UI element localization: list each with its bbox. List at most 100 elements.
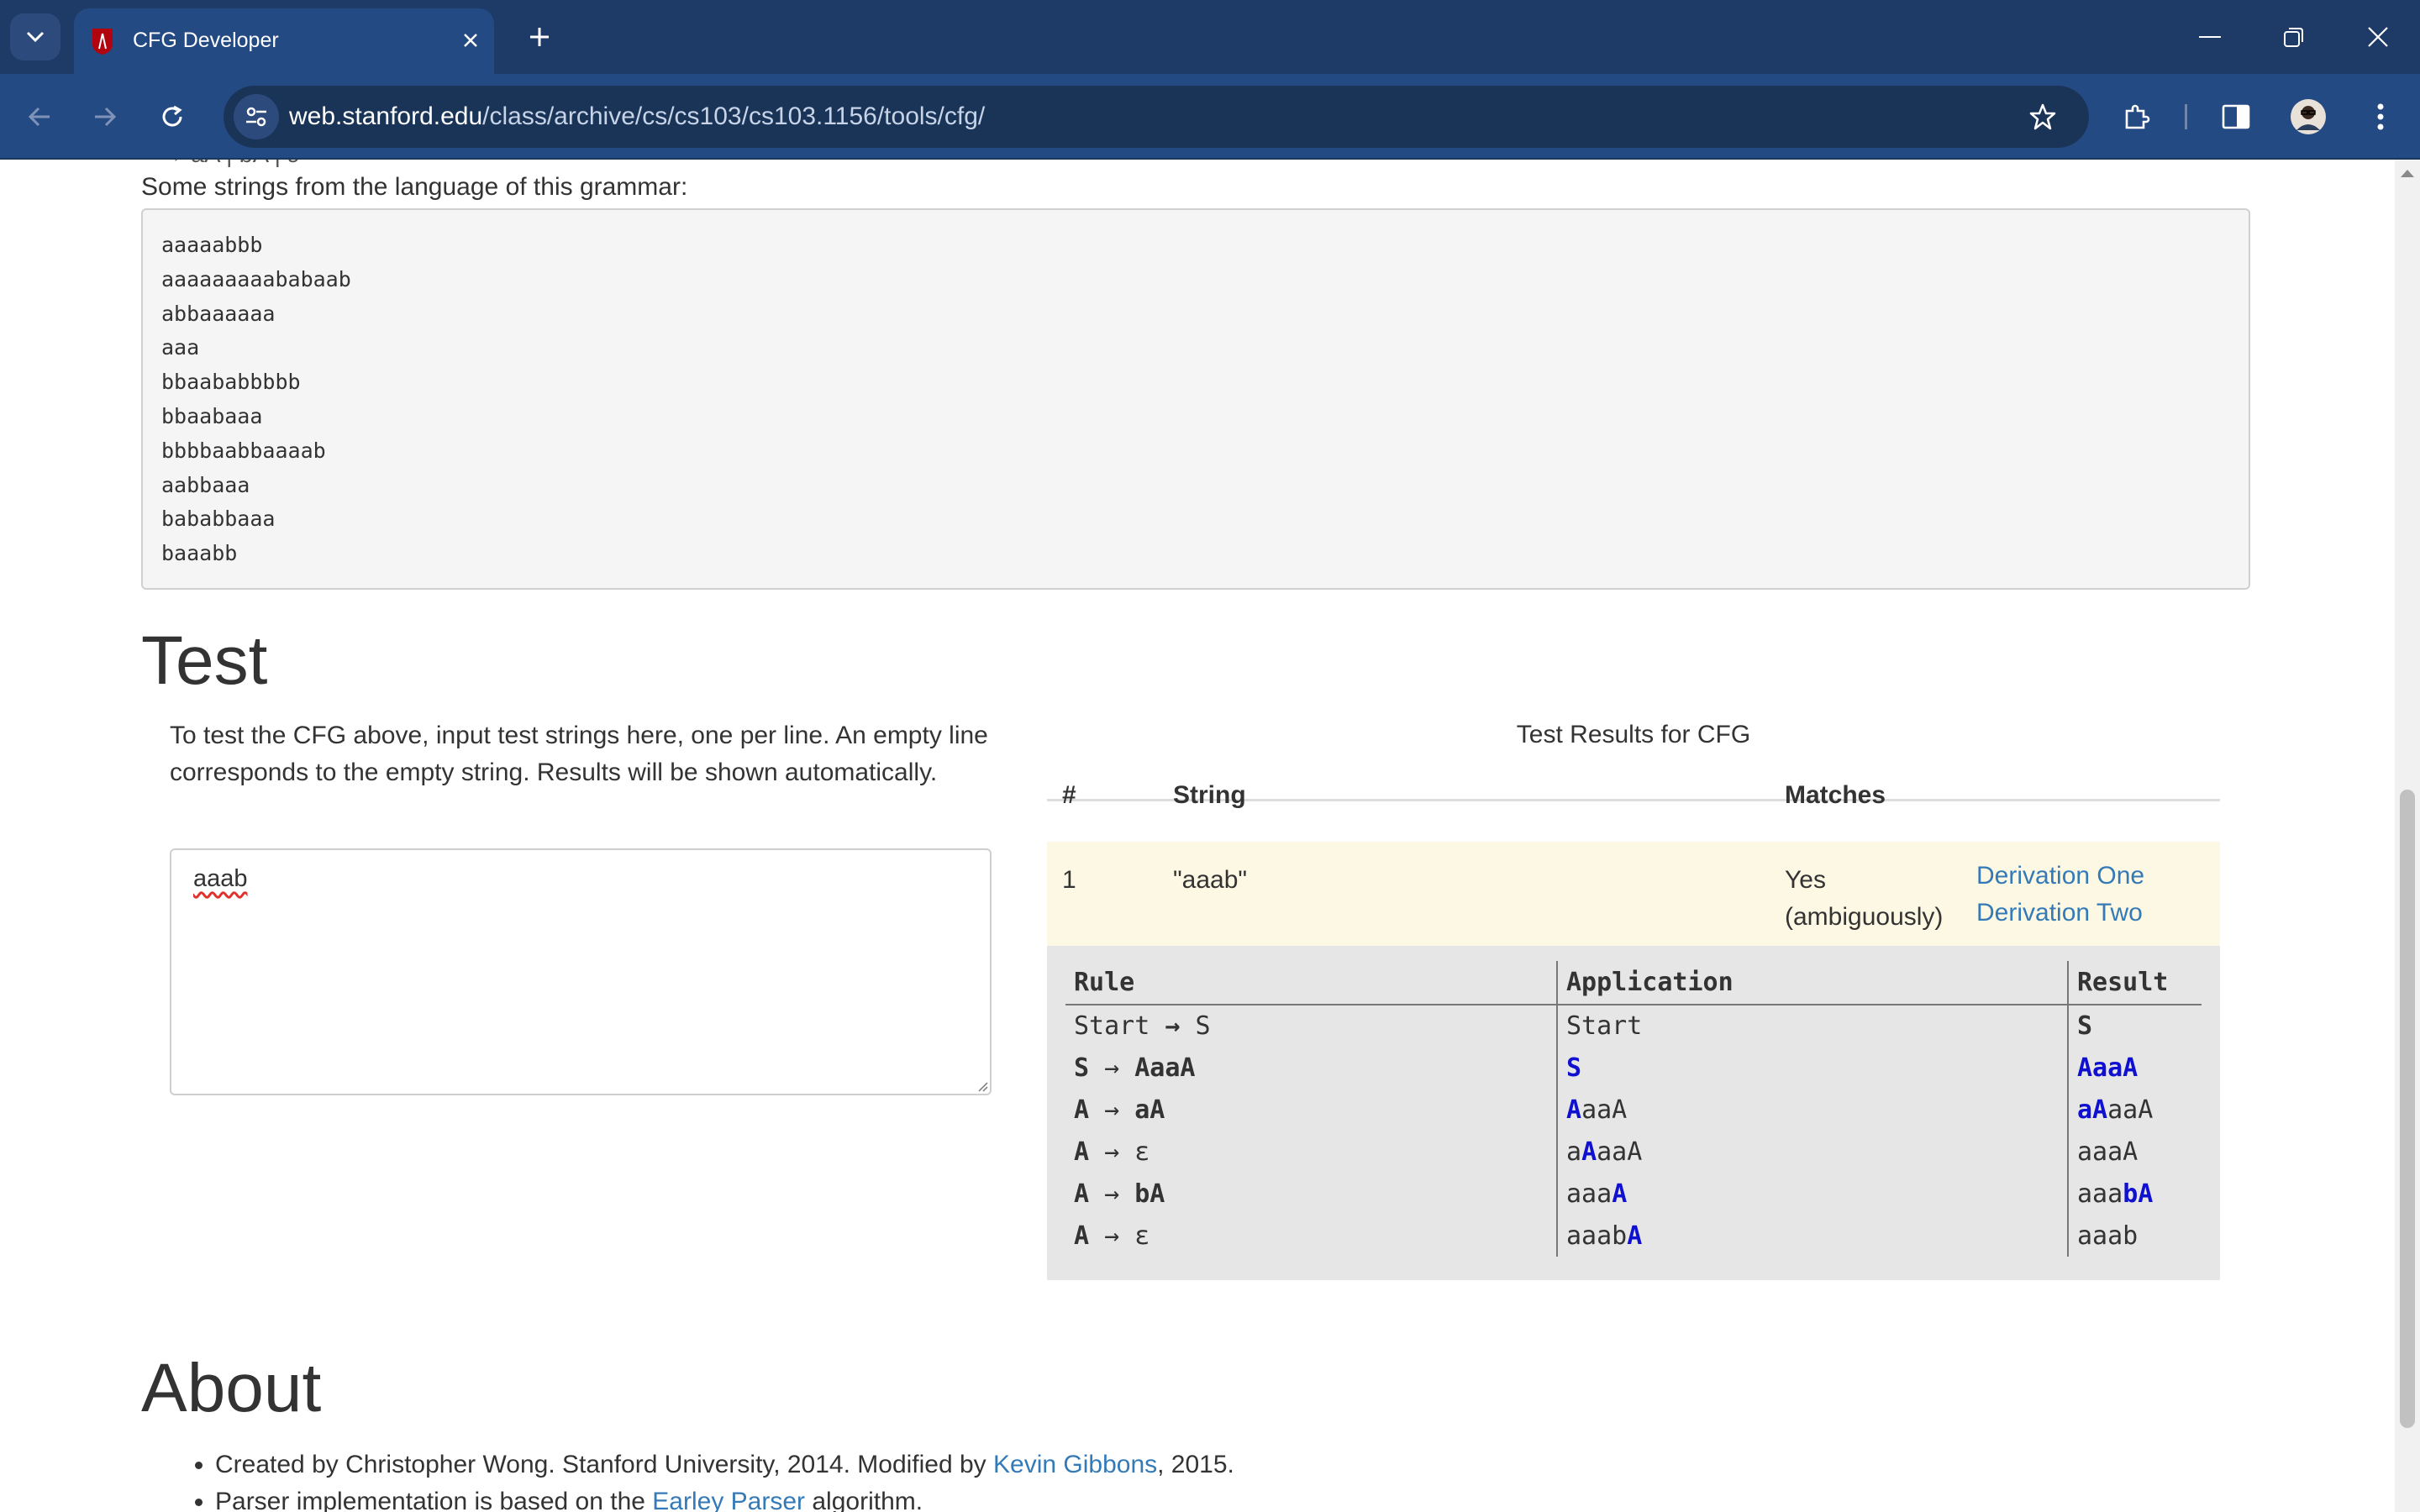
derivation-two-link[interactable]: Derivation Two: [1976, 899, 2143, 927]
profile-button[interactable]: [2286, 94, 2331, 139]
sample-string: bbbbaabbaaaab: [161, 438, 326, 463]
derivation-one-link[interactable]: Derivation One: [1976, 862, 2144, 890]
sample-string: aabbaaa: [161, 472, 250, 497]
about-text: Parser implementation is based on the: [215, 1488, 653, 1512]
scroll-up-arrow-icon[interactable]: [2401, 170, 2414, 177]
derivation-row: A → ε aaabA aaab: [1065, 1215, 2202, 1257]
derivation-table: Rule Application Result Start → S Start S S…: [1065, 961, 2202, 1257]
sample-string: aaa: [161, 335, 200, 360]
extensions-button[interactable]: [2114, 94, 2160, 139]
about-text: Created by Christopher Wong. Stanford Un…: [215, 1451, 994, 1478]
result-string: "aaab": [1173, 866, 1248, 894]
test-heading: Test: [141, 622, 268, 699]
derivation-application-cell: aAaaA: [1556, 1131, 2068, 1173]
derivation-result-cell: AaaA: [2067, 1047, 2202, 1089]
scrollbar-thumb[interactable]: [2400, 790, 2415, 1428]
about-list: Created by Christopher Wong. Stanford Un…: [215, 1446, 1234, 1512]
column-header-matches: Matches: [1785, 781, 1886, 809]
sample-string: aaaaabbb: [161, 233, 263, 257]
tune-icon: [246, 107, 266, 127]
chevron-down-icon: [26, 31, 45, 43]
match-yes: Yes: [1785, 866, 1826, 894]
reload-icon: [162, 105, 182, 127]
tab-search-button[interactable]: [10, 13, 60, 60]
sample-string: bbaabaaa: [161, 403, 263, 428]
forward-button[interactable]: [82, 94, 128, 139]
derivation-rule-cell: A → ε: [1074, 1221, 1150, 1251]
kevin-gibbons-link[interactable]: Kevin Gibbons: [993, 1451, 1157, 1478]
tab-strip: CFG Developer: [0, 0, 2420, 74]
result-header: Result: [2067, 961, 2202, 1005]
derivation-rule-cell: A → aA: [1074, 1095, 1165, 1125]
derivation-rule-cell: S → AaaA: [1074, 1053, 1196, 1083]
grammar-rule-cutoff: → aA | bA | ε: [160, 160, 298, 169]
resize-grip-icon[interactable]: [975, 1079, 988, 1092]
derivation-row: A → ε aAaaA aaaA: [1065, 1131, 2202, 1173]
derivation-panel: Rule Application Result Start → S Start S S…: [1047, 946, 2220, 1280]
derivation-row: S → AaaA S AaaA: [1065, 1047, 2202, 1089]
restore-button[interactable]: [2260, 13, 2328, 60]
side-panel-button[interactable]: [2213, 94, 2259, 139]
puzzle-icon: [2125, 104, 2150, 129]
results-table-header: # String Matches: [1047, 753, 2220, 809]
match-ambiguous: (ambiguously): [1785, 903, 1944, 931]
new-tab-button[interactable]: [521, 18, 558, 55]
derivation-row: A → bA aaaA aaabA: [1065, 1173, 2202, 1215]
tab-title: CFG Developer: [133, 29, 279, 52]
close-icon: [464, 34, 477, 47]
sample-strings-box: aaaaabbb aaaaaaaaababaab abbaaaaaa aaa b…: [141, 208, 2250, 590]
back-button[interactable]: [17, 94, 62, 139]
derivation-body: Start → S Start S S → AaaA S AaaA A → aA AaaA aA…: [1065, 1005, 2202, 1257]
column-header-string: String: [1173, 781, 1246, 809]
derivation-rule-cell: A → bA: [1074, 1179, 1165, 1209]
derivation-result-cell: aaabA: [2067, 1173, 2202, 1215]
test-strings-textarea[interactable]: aaab: [170, 848, 992, 1095]
stanford-favicon-icon: [92, 29, 113, 55]
arrow-left-icon: [28, 107, 50, 127]
browser-tab[interactable]: CFG Developer: [74, 8, 494, 74]
derivation-application-cell: aaaA: [1556, 1173, 2068, 1215]
derivation-result-cell: aaab: [2067, 1215, 2202, 1257]
derivation-result-cell: aaaA: [2067, 1131, 2202, 1173]
browser-toolbar: web.stanford.edu/class/archive/cs/cs103/…: [0, 74, 2420, 160]
address-bar[interactable]: web.stanford.edu/class/archive/cs/cs103/…: [224, 86, 2089, 148]
derivation-row: A → aA AaaA aAaaA: [1065, 1089, 2202, 1131]
side-panel-icon: [2222, 104, 2250, 129]
derivation-result-cell: S: [2067, 1005, 2202, 1047]
page-scrollbar[interactable]: [2395, 160, 2420, 1512]
earley-parser-link[interactable]: Earley Parser: [652, 1488, 805, 1512]
derivation-result-cell: aAaaA: [2067, 1089, 2202, 1131]
table-row: 1 "aaab" Yes (ambiguously) Derivation One…: [1047, 842, 2220, 946]
derivation-header-row: Rule Application Result: [1065, 961, 2202, 1005]
arrow-right-icon: [95, 107, 117, 127]
derivation-row: Start → S Start S: [1065, 1005, 2202, 1047]
column-header-num: #: [1062, 781, 1076, 809]
derivation-application-cell: aaabA: [1556, 1215, 2068, 1257]
toolbar-separator: [2185, 104, 2187, 129]
plus-icon: [530, 28, 549, 46]
results-title: Test Results for CFG: [1516, 721, 1751, 748]
window-close-button[interactable]: [2344, 13, 2412, 60]
test-instructions: To test the CFG above, input test string…: [170, 722, 988, 786]
minimize-icon: [2199, 36, 2221, 38]
sample-string: bbaababbbbb: [161, 370, 301, 395]
sample-string: baaabb: [161, 541, 238, 566]
about-heading: About: [141, 1350, 322, 1426]
derivation-application-cell: Start: [1556, 1005, 2068, 1047]
site-info-button[interactable]: [234, 94, 279, 139]
minimize-button[interactable]: [2176, 13, 2244, 60]
application-header: Application: [1556, 961, 2068, 1005]
url-text[interactable]: web.stanford.edu/class/archive/cs/cs103/…: [289, 102, 985, 131]
derivation-rule-cell: Start → S: [1074, 1011, 1211, 1041]
derivation-rule-cell: A → ε: [1074, 1137, 1150, 1167]
tab-close-button[interactable]: [454, 24, 487, 57]
about-text: , 2015.: [1157, 1451, 1234, 1478]
browser-menu-button[interactable]: [2358, 94, 2403, 139]
bookmark-button[interactable]: [2022, 96, 2064, 138]
result-match-status: Yes (ambiguously): [1785, 862, 1943, 936]
reload-button[interactable]: [150, 94, 195, 139]
more-vertical-icon: [2377, 103, 2384, 130]
sample-string: aaaaaaaaababaab: [161, 266, 351, 291]
sample-strings-intro: Some strings from the language of this g…: [141, 173, 688, 201]
test-input-value: aaab: [193, 865, 248, 892]
